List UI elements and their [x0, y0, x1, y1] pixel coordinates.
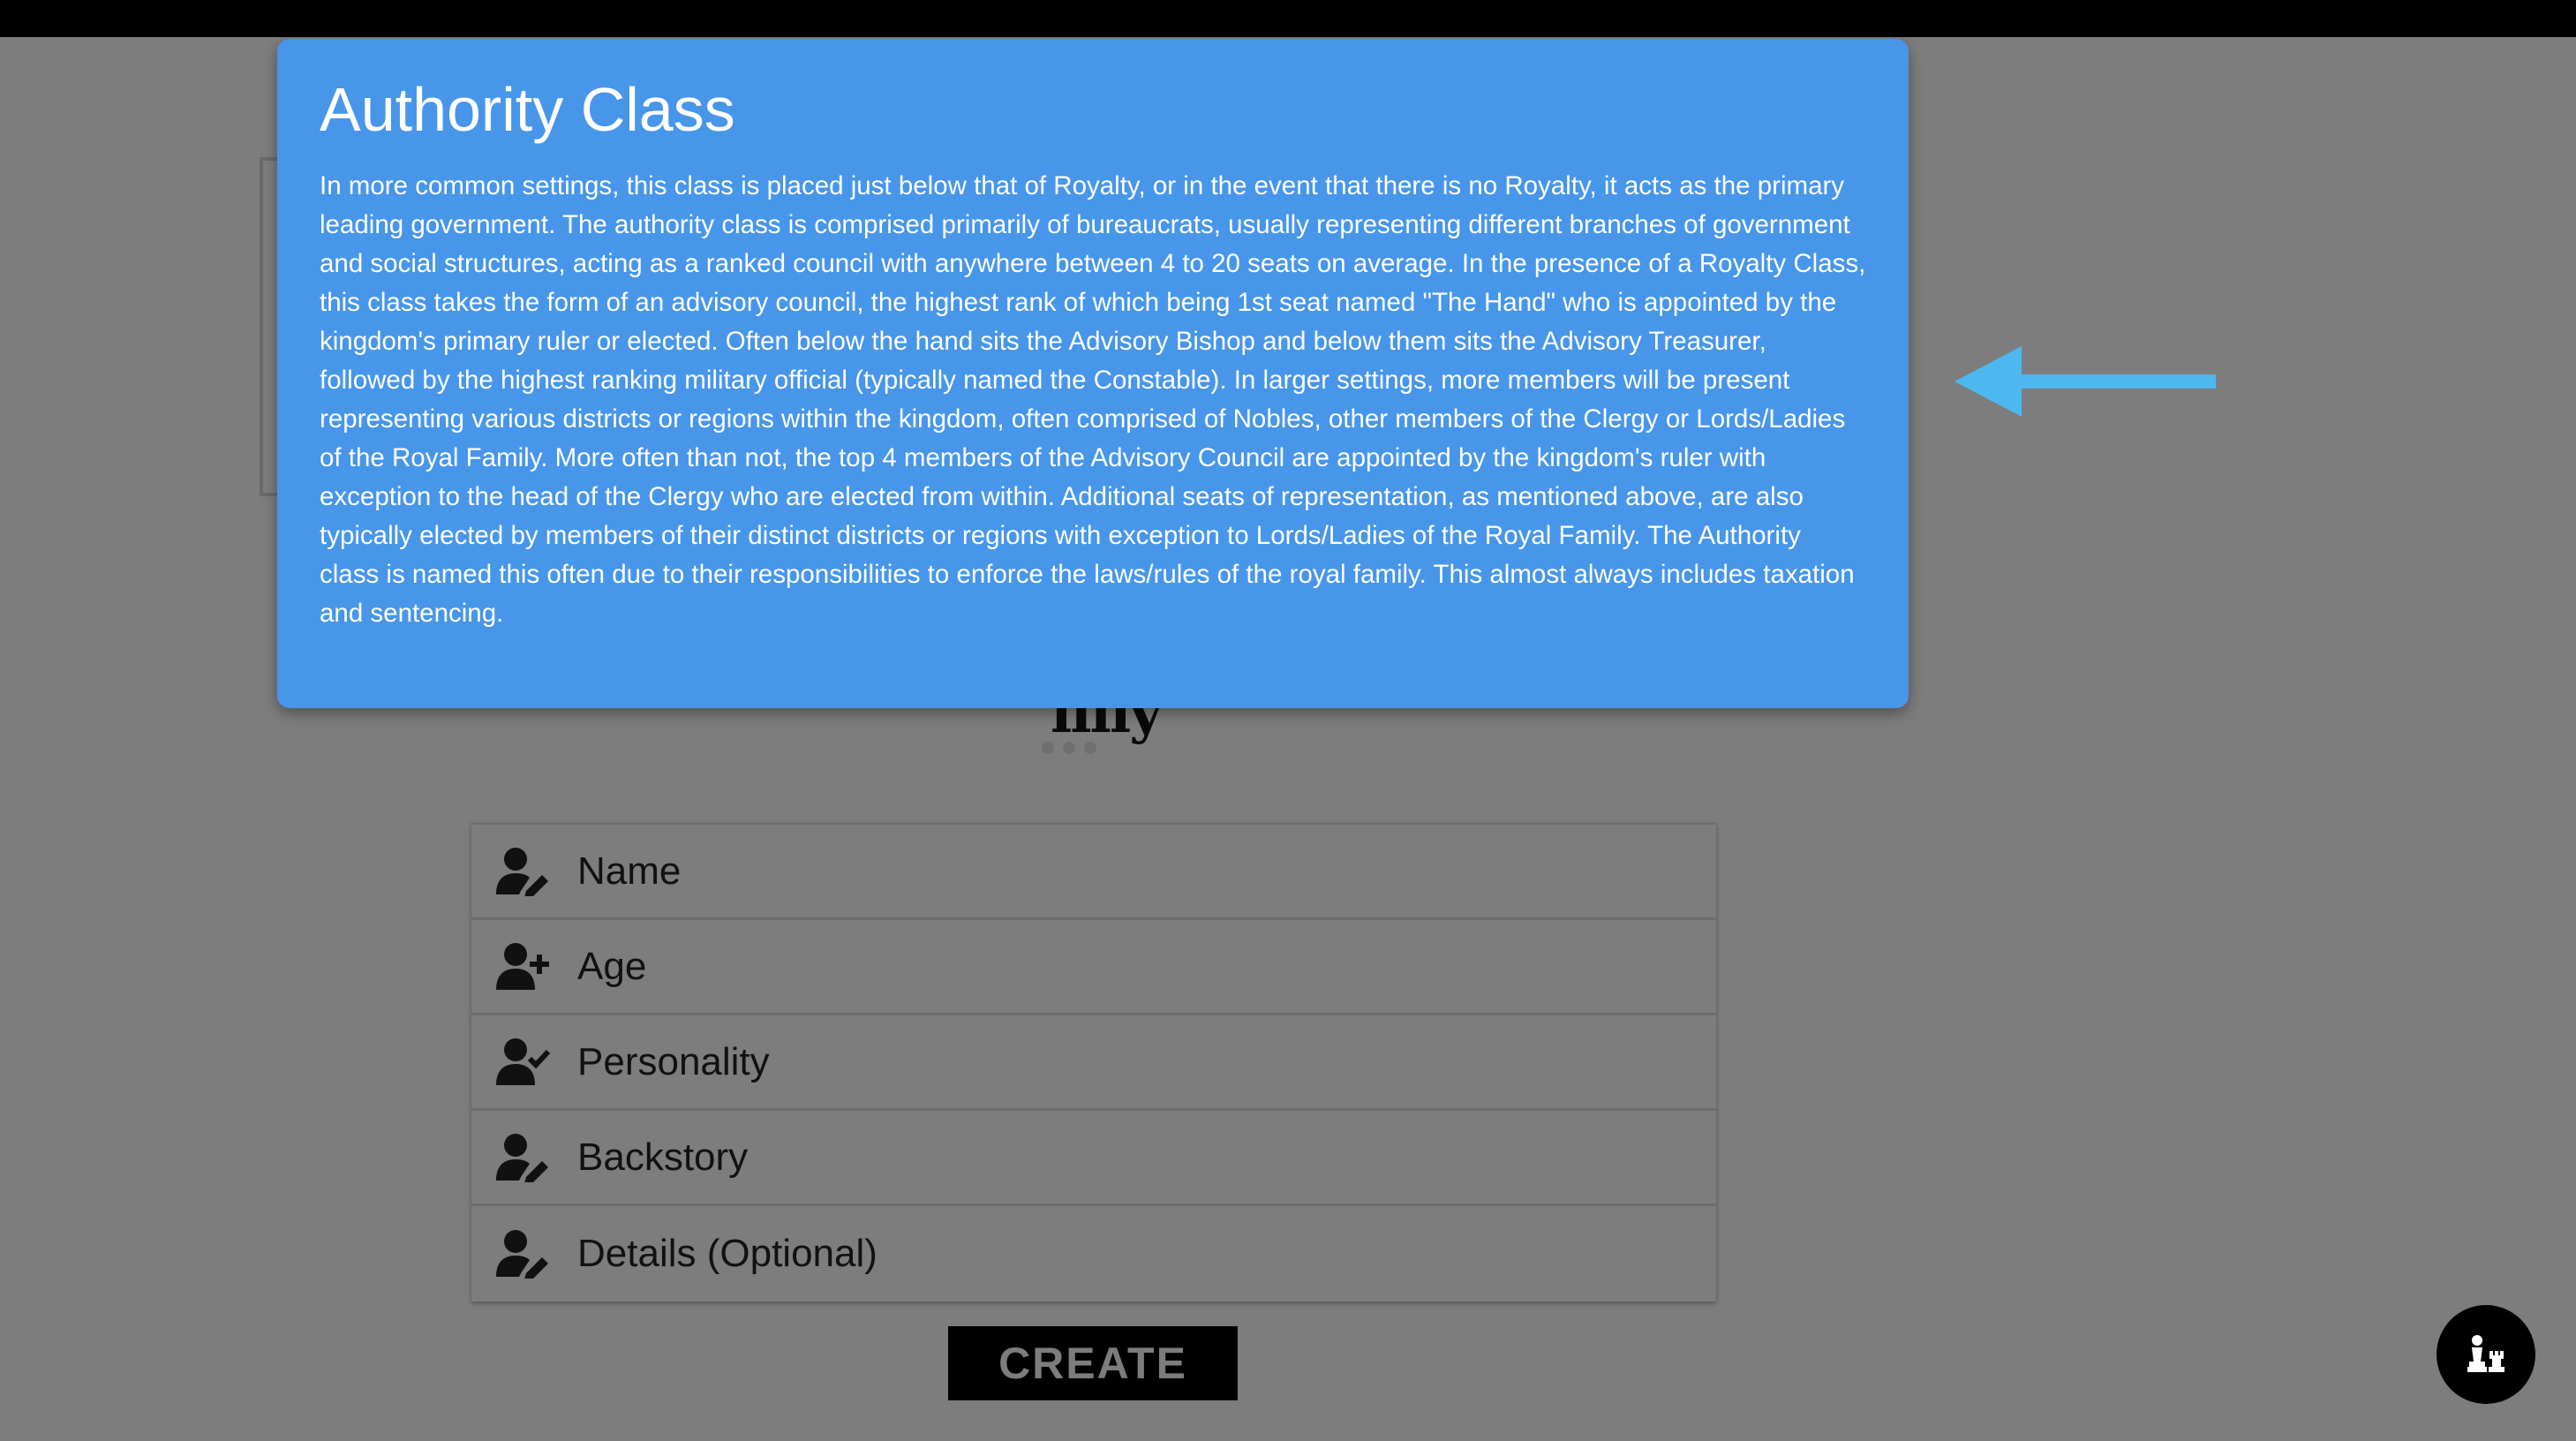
field-label: Age — [577, 944, 647, 988]
top-bar — [0, 0, 2576, 37]
user-edit-icon — [496, 847, 548, 896]
field-label: Personality — [577, 1039, 770, 1083]
carousel-dot — [1042, 742, 1054, 754]
info-modal: Authority Class In more common settings,… — [277, 39, 1909, 708]
age-field[interactable]: Age — [471, 920, 1716, 1015]
personality-field[interactable]: Personality — [471, 1015, 1716, 1111]
backstory-field[interactable]: Backstory — [471, 1111, 1716, 1206]
background-carousel-dots — [1042, 742, 1096, 754]
character-field-list: Name Age Personality Backstory Details (… — [471, 823, 1716, 1301]
user-edit-icon — [496, 1133, 548, 1182]
modal-body-text: In more common settings, this class is p… — [320, 171, 1866, 628]
carousel-dot — [1063, 742, 1075, 754]
user-check-icon — [496, 1037, 551, 1085]
field-label: Details (Optional) — [577, 1232, 877, 1275]
pointer-arrow-icon — [1955, 346, 2216, 417]
modal-title: Authority Class — [320, 75, 735, 144]
carousel-dot — [1084, 742, 1096, 754]
name-field[interactable]: Name — [471, 825, 1716, 920]
chess-icon — [2467, 1335, 2504, 1372]
field-label: Backstory — [577, 1135, 749, 1179]
chess-fab-button[interactable] — [2437, 1305, 2535, 1404]
field-label: Name — [577, 849, 682, 893]
user-plus-icon — [496, 942, 549, 990]
create-button[interactable]: CREATE — [948, 1326, 1238, 1400]
details-field[interactable]: Details (Optional) — [471, 1206, 1716, 1301]
user-edit-icon — [496, 1230, 548, 1279]
